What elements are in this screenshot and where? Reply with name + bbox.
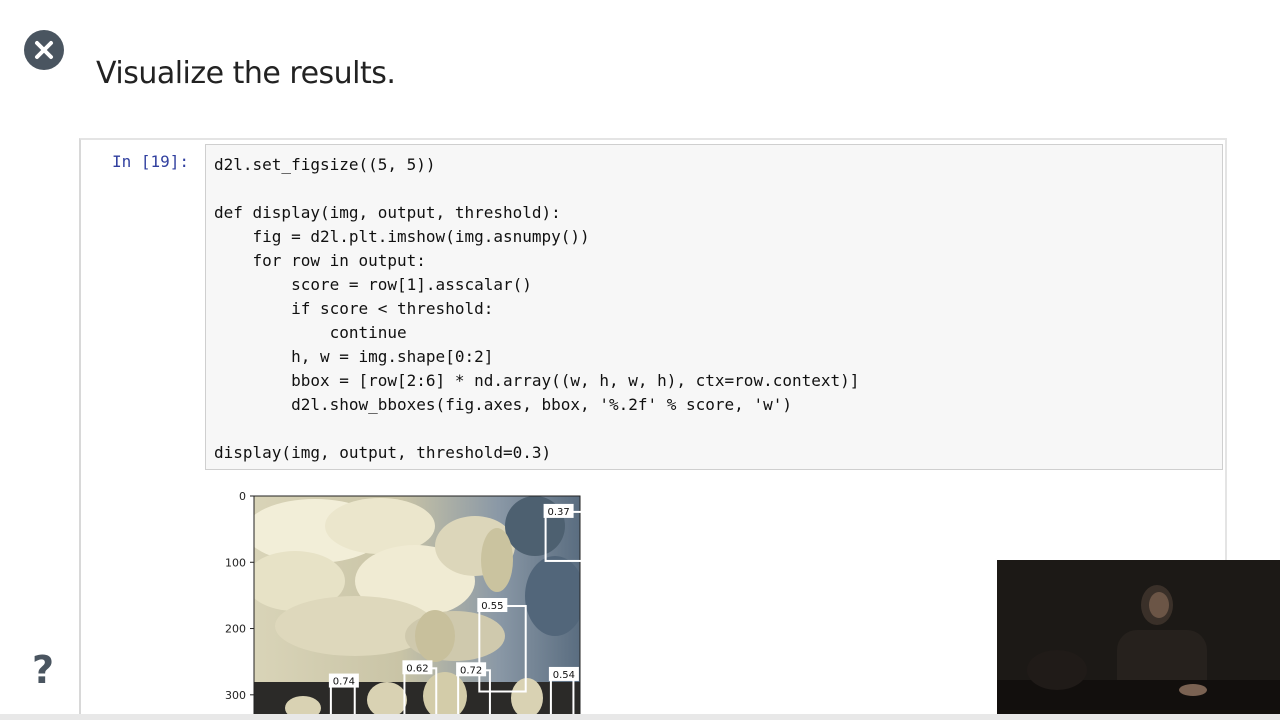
close-button[interactable]	[24, 30, 64, 70]
score-label: 0.72	[460, 665, 482, 676]
detection-plot: 0 100 200 300 0.37 0.55 0.62 0.72 0.54 0.74	[225, 490, 590, 720]
code-line: def display(img, output, threshold):	[214, 203, 561, 222]
bottom-scrollbar[interactable]	[0, 714, 1280, 720]
photo	[254, 496, 580, 720]
code-lines: d2l.set_figsize((5, 5)) def display(img,…	[214, 153, 859, 465]
code-line: score = row[1].asscalar()	[214, 275, 532, 294]
code-line: for row in output:	[214, 251, 426, 270]
score-label: 0.62	[406, 663, 428, 674]
y-tick-label: 0	[239, 490, 246, 503]
y-tick-label: 100	[225, 556, 246, 569]
webcam-feed	[997, 560, 1280, 720]
code-line: bbox = [row[2:6] * nd.array((w, h, w, h)…	[214, 371, 860, 390]
score-label: 0.54	[553, 670, 575, 681]
slide-title: Visualize the results.	[96, 56, 396, 91]
close-icon	[35, 41, 53, 59]
code-line: d2l.set_figsize((5, 5))	[214, 155, 436, 174]
code-line: if score < threshold:	[214, 299, 494, 318]
code-cell[interactable]: d2l.set_figsize((5, 5)) def display(img,…	[205, 144, 1223, 470]
score-label: 0.74	[333, 677, 355, 688]
code-line: display(img, output, threshold=0.3)	[214, 443, 552, 462]
code-line: fig = d2l.plt.imshow(img.asnumpy())	[214, 227, 590, 246]
y-tick-label: 200	[225, 623, 246, 636]
code-line: continue	[214, 323, 407, 342]
y-tick-label: 300	[225, 689, 246, 702]
help-icon: ?	[31, 648, 55, 692]
code-line: h, w = img.shape[0:2]	[214, 347, 494, 366]
code-line: d2l.show_bboxes(fig.axes, bbox, '%.2f' %…	[214, 395, 792, 414]
presenter-webcam	[997, 560, 1280, 720]
cell-prompt: In [19]:	[112, 152, 190, 171]
help-button[interactable]: ?	[28, 648, 58, 692]
score-label: 0.37	[547, 507, 569, 518]
output-figure: 0 100 200 300 0.37 0.55 0.62 0.72 0.54 0.74	[205, 486, 595, 720]
score-label: 0.55	[481, 601, 503, 612]
